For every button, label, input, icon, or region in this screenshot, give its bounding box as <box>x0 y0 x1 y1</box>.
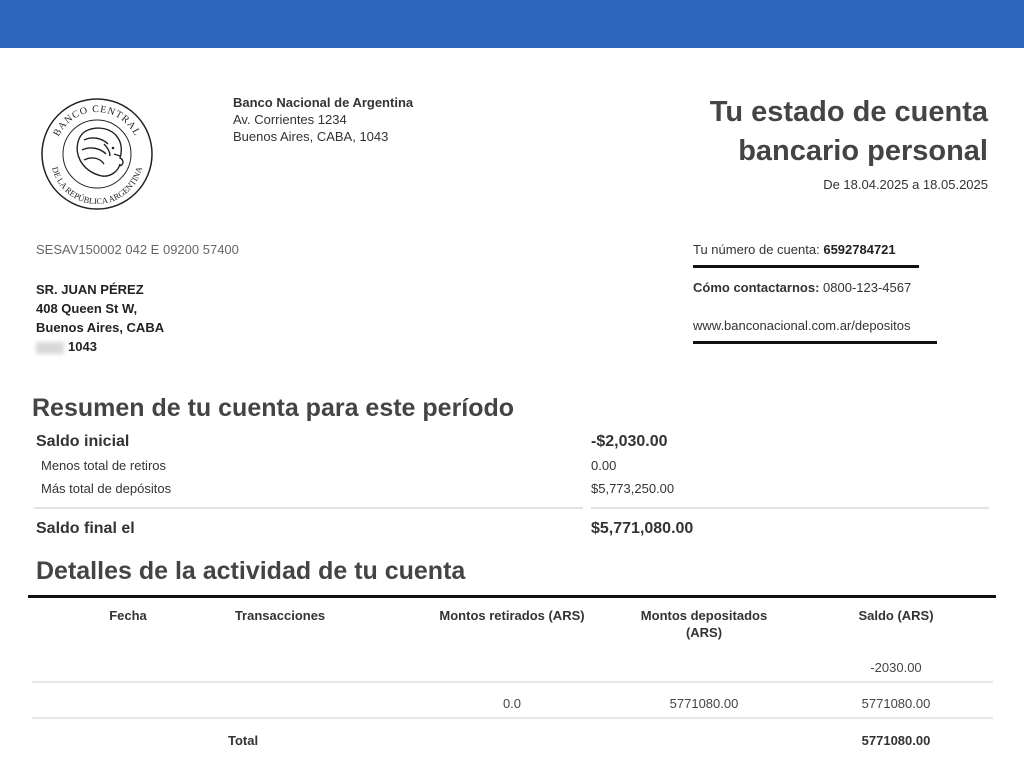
account-number-row: Tu número de cuenta: 6592784721 <box>693 242 919 268</box>
column-header-deposited: Montos depositados (ARS) <box>620 607 788 641</box>
statement-period: De 18.04.2025 a 18.05.2025 <box>823 177 988 192</box>
closing-balance-label: Saldo final el <box>36 520 135 537</box>
column-header-deposited-line1: Montos depositados <box>640 608 768 623</box>
closing-balance-value: $5,771,080.00 <box>591 520 694 537</box>
summary-divider-left <box>34 507 583 509</box>
deposits-label: Más total de depósitos <box>41 481 172 496</box>
account-underline <box>693 265 919 268</box>
contact-block: Tu número de cuenta: 6592784721 Cómo con… <box>693 242 937 344</box>
bank-name: Banco Nacional de Argentina <box>233 95 414 110</box>
bank-seal-logo: BANCO CENTRAL DE LA REPÚBLICA ARGENTINA <box>41 98 153 210</box>
customer-name: SR. JUAN PÉREZ <box>36 282 144 297</box>
summary-heading: Resumen de tu cuenta para este período <box>32 394 515 422</box>
website-underline <box>693 341 937 344</box>
website-link[interactable]: www.banconacional.com.ar/depositos <box>693 318 911 333</box>
bank-address-line1: Av. Corrientes 1234 <box>233 112 347 127</box>
customer-postal: 1043 <box>68 339 97 354</box>
table-top-rule <box>28 595 996 598</box>
deposits-value: $5,773,250.00 <box>591 481 675 496</box>
column-header-transactions: Transacciones <box>234 608 326 623</box>
total-label: Total <box>228 733 259 748</box>
row2-balance: 5771080.00 <box>861 696 931 711</box>
customer-street: 408 Queen St W, <box>36 301 138 316</box>
total-balance: 5771080.00 <box>861 733 931 748</box>
column-header-deposited-line2: (ARS) <box>685 625 723 640</box>
row2-withdrawn: 0.0 <box>502 696 522 711</box>
row1-balance: -2030.00 <box>870 660 922 675</box>
statement-title-block: Tu estado de cuenta bancario personal De… <box>710 93 988 192</box>
contact-phone[interactable]: 0800-123-4567 <box>823 280 911 295</box>
customer-city: Buenos Aires, CABA <box>36 320 165 335</box>
redacted-text <box>36 341 64 354</box>
summary-divider-right <box>591 507 989 509</box>
activity-heading: Detalles de la actividad de tu cuenta <box>36 557 466 585</box>
column-header-balance: Saldo (ARS) <box>858 608 934 623</box>
bank-address-line2: Buenos Aires, CABA, 1043 <box>233 129 389 144</box>
row-divider <box>32 717 993 719</box>
withdrawals-label: Menos total de retiros <box>41 458 167 473</box>
opening-balance-value: -$2,030.00 <box>591 433 668 450</box>
bank-address-block: Banco Nacional de Argentina Av. Corrient… <box>233 94 413 145</box>
column-header-date: Fecha <box>109 608 147 623</box>
statement-title-line2: bancario personal <box>738 135 988 167</box>
opening-balance-label: Saldo inicial <box>36 433 130 450</box>
reference-code: SESAV150002 042 E 09200 57400 <box>36 242 239 257</box>
account-number: 6592784721 <box>823 242 896 257</box>
contact-label: Cómo contactarnos: <box>693 280 820 295</box>
svg-text:DE LA REPÚBLICA ARGENTINA: DE LA REPÚBLICA ARGENTINA <box>50 165 144 206</box>
top-bar <box>0 0 1024 48</box>
statement-title-line1: Tu estado de cuenta <box>709 96 988 128</box>
website-row: www.banconacional.com.ar/depositos <box>693 318 937 344</box>
row2-deposited: 5771080.00 <box>669 696 739 711</box>
account-number-label: Tu número de cuenta: <box>693 242 820 257</box>
customer-postal-line: 1043 <box>36 337 164 356</box>
customer-address-block: SR. JUAN PÉREZ 408 Queen St W, Buenos Ai… <box>36 280 164 356</box>
row-divider <box>32 681 993 683</box>
contact-row: Cómo contactarnos: 0800-123-4567 <box>693 280 911 306</box>
column-header-withdrawn: Montos retirados (ARS) <box>439 608 585 623</box>
withdrawals-value: 0.00 <box>591 458 617 473</box>
